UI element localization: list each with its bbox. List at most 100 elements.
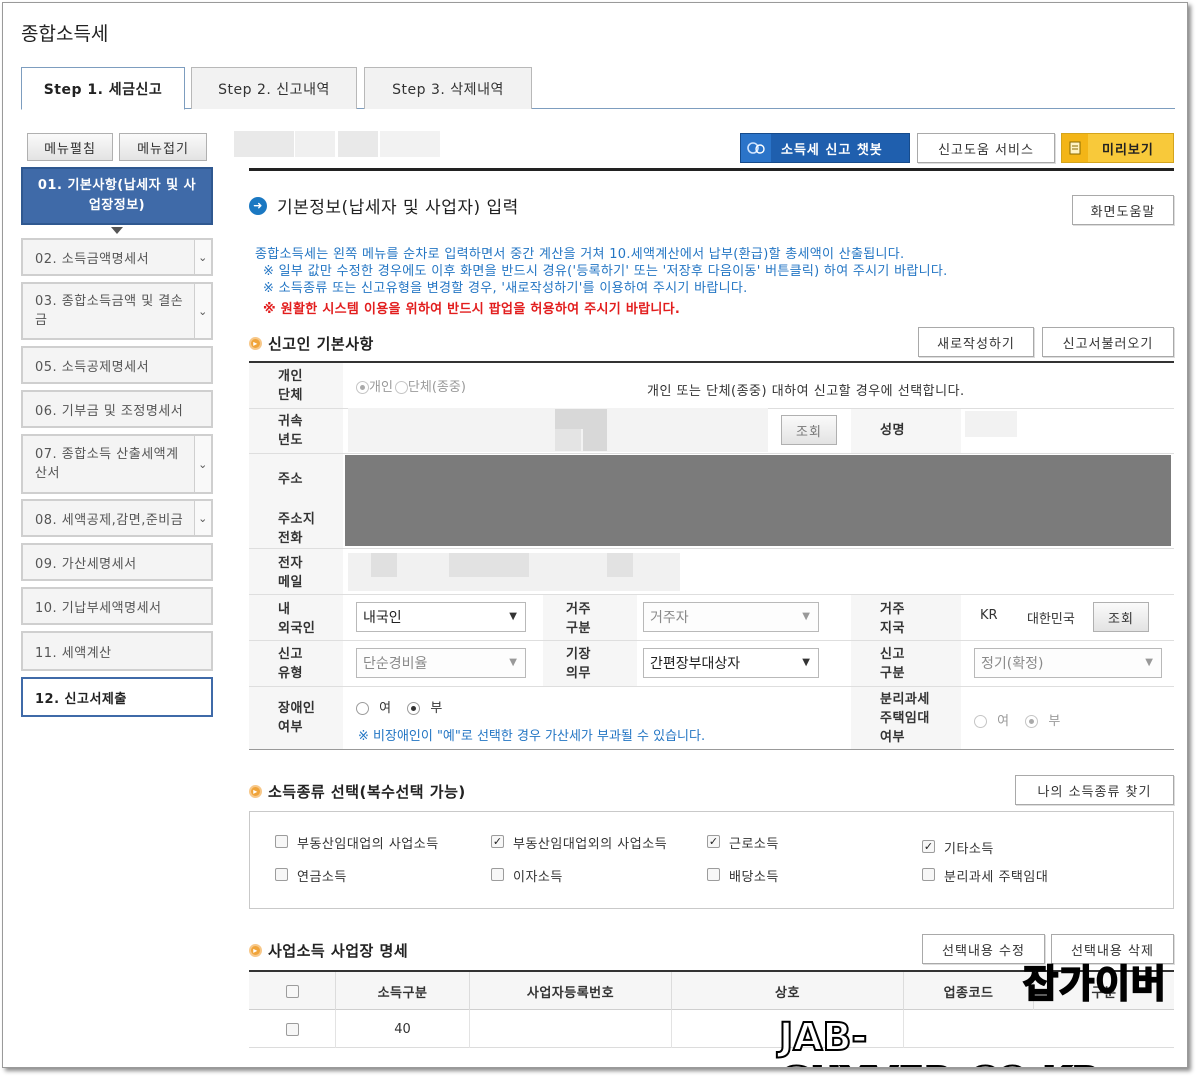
redacted-user-info xyxy=(234,131,294,157)
income-type-box xyxy=(249,811,1174,909)
dropdown-arrow-icon: ▼ xyxy=(509,657,517,668)
load-form-button[interactable]: 신고서불러오기 xyxy=(1042,327,1174,357)
year-lookup-button[interactable]: 조회 xyxy=(781,415,837,445)
sidebar-item-tax-credit[interactable]: 08. 세액공제,감면,준비금 ⌄ xyxy=(21,499,213,537)
menu-expand-button[interactable]: 메뉴펼침 xyxy=(27,133,113,161)
group-radio[interactable] xyxy=(394,381,408,394)
income-checkbox[interactable]: ✓ xyxy=(707,835,720,848)
income-checkbox[interactable] xyxy=(707,868,720,881)
sidebar-item-label: 11. 세액계산 xyxy=(35,645,112,661)
sidebar-item-deduction[interactable]: 05. 소득공제명세서 xyxy=(21,346,213,384)
income-checkbox[interactable] xyxy=(275,835,288,848)
chevron-down-icon[interactable]: ⌄ xyxy=(194,284,211,338)
chevron-down-icon[interactable]: ⌄ xyxy=(194,436,211,492)
income-option-label: 기타소득 xyxy=(944,842,994,857)
sidebar-item-penalty[interactable]: 09. 가산세명세서 xyxy=(21,543,213,581)
income-checkbox[interactable] xyxy=(491,868,504,881)
individual-radio[interactable] xyxy=(356,381,369,394)
column-header: 사업자등록번호 xyxy=(469,972,671,1010)
filing-type-label: 신고 유형 xyxy=(278,647,303,681)
info-line: ※ 소득종류 또는 신고유형을 변경할 경우, '새로작성하기'를 이용하여 주… xyxy=(263,281,748,296)
filing-type-select[interactable]: 단순경비율 ▼ xyxy=(356,648,526,678)
type-help-text: 개인 또는 단체(종중) 대하여 신고할 경우에 선택합니다. xyxy=(647,384,965,399)
income-section-title: ▸ 소득종류 선택(복수선택 가능) xyxy=(249,781,466,802)
address-label: 주소 xyxy=(278,472,303,487)
header-divider xyxy=(249,168,1174,171)
redacted-block xyxy=(555,409,607,429)
sidebar-item-tax-calc[interactable]: 11. 세액계산 xyxy=(21,631,213,671)
disabled-no-radio[interactable] xyxy=(407,702,421,715)
dropdown-arrow-icon: ▼ xyxy=(802,611,810,622)
sidebar-item-calculated-tax[interactable]: 07. 종합소득 산출세액계산서 ⌄ xyxy=(21,434,213,494)
sidebar-item-label: 03. 종합소득금액 및 결손금 xyxy=(35,294,184,328)
business-section-title: ▸ 사업소득 사업장 명세 xyxy=(249,940,408,961)
income-checkbox[interactable] xyxy=(275,868,288,881)
sidebar-item-label: 10. 기납부세액명세서 xyxy=(35,600,162,616)
row-divider xyxy=(249,453,1174,454)
sidebar-item-donation[interactable]: 06. 기부금 및 조정명세서 xyxy=(21,390,213,428)
sidebar-item-basic-info[interactable]: 01. 기본사항(납세자 및 사업장정보) xyxy=(21,167,213,225)
income-checkbox[interactable] xyxy=(922,868,935,881)
sidebar-item-label: 12. 신고서제출 xyxy=(35,691,127,707)
tab-step1[interactable]: Step 1. 세금신고 xyxy=(21,67,185,110)
chatbot-button[interactable]: 소득세 신고 챗봇 xyxy=(740,133,910,163)
arrow-right-icon: ➜ xyxy=(249,196,267,215)
bullet-icon: ▸ xyxy=(249,337,262,350)
help-service-button[interactable]: 신고도움 서비스 xyxy=(917,133,1055,163)
foreigner-label: 내 외국인 xyxy=(278,602,316,636)
sidebar-item-submit[interactable]: 12. 신고서제출 xyxy=(21,677,213,717)
region-code: KR xyxy=(980,608,998,623)
separate-tax-label: 분리과세 주택임대 여부 xyxy=(880,692,930,745)
sidebar-item-prepaid[interactable]: 10. 기납부세액명세서 xyxy=(21,587,213,625)
row-divider xyxy=(249,686,1174,687)
separate-no-radio[interactable] xyxy=(1025,715,1039,728)
disabled-yes-radio[interactable] xyxy=(356,702,369,715)
filing-class-select[interactable]: 정기(확정) ▼ xyxy=(974,648,1162,678)
redacted-user-info xyxy=(380,131,440,157)
sidebar-item-label: 09. 가산세명세서 xyxy=(35,556,137,572)
menu-collapse-button[interactable]: 메뉴접기 xyxy=(119,133,207,161)
tab-step2[interactable]: Step 2. 신고내역 xyxy=(191,67,357,109)
column-header: 상호 xyxy=(671,972,903,1010)
bookkeeping-label: 기장 의무 xyxy=(566,647,591,681)
income-checkbox[interactable]: ✓ xyxy=(922,840,935,853)
row-divider xyxy=(249,548,1174,549)
region-lookup-button[interactable]: 조회 xyxy=(1093,602,1149,632)
income-checkbox[interactable]: ✓ xyxy=(491,835,504,848)
sidebar-item-label: 01. 기본사항(납세자 및 사업장정보) xyxy=(37,178,197,213)
income-option-label: 부동산임대업외의 사업소득 xyxy=(513,837,668,852)
residence-select[interactable]: 거주자 ▼ xyxy=(643,602,819,632)
sidebar-item-label: 08. 세액공제,감면,준비금 xyxy=(35,512,184,528)
new-form-button[interactable]: 새로작성하기 xyxy=(918,327,1034,357)
separate-radio-group: 여 부 xyxy=(974,710,1060,729)
sidebar-item-total-income[interactable]: 03. 종합소득금액 및 결손금 ⌄ xyxy=(21,282,213,340)
basic-section-title: ▸ 신고인 기본사항 xyxy=(249,333,374,354)
email-label: 전자 메일 xyxy=(278,556,303,590)
row-checkbox[interactable] xyxy=(285,1022,299,1036)
row-divider xyxy=(249,749,1174,750)
sidebar-item-income-amount[interactable]: 02. 소득금액명세서 ⌄ xyxy=(21,238,213,276)
redacted-name xyxy=(965,411,1017,437)
income-option-label: 이자소득 xyxy=(513,870,563,885)
dropdown-arrow-icon: ▼ xyxy=(509,611,517,622)
redacted-block xyxy=(449,553,529,577)
screen-help-button[interactable]: 화면도움말 xyxy=(1072,195,1174,225)
redacted-user-info xyxy=(338,131,378,157)
chevron-down-icon[interactable]: ⌄ xyxy=(194,240,211,274)
registration-cell xyxy=(469,1010,671,1048)
find-income-type-button[interactable]: 나의 소득종류 찾기 xyxy=(1015,775,1174,805)
sidebar-item-label: 07. 종합소득 산출세액계산서 xyxy=(35,447,179,481)
preview-button[interactable]: 미리보기 xyxy=(1061,133,1174,163)
tab-step3[interactable]: Step 3. 삭제내역 xyxy=(364,67,532,109)
warning-line: ※ 원활한 시스템 이용을 위하여 반드시 팝업을 허용하여 주시기 바랍니다. xyxy=(263,302,681,317)
step-tabs: Step 1. 세금신고 Step 2. 신고내역 Step 3. 삭제내역 xyxy=(21,67,1175,110)
income-option-label: 배당소득 xyxy=(729,870,779,885)
form-top-border xyxy=(249,361,1174,363)
select-all-checkbox[interactable] xyxy=(285,984,299,998)
foreigner-select[interactable]: 내국인 ▼ xyxy=(356,602,526,632)
dropdown-arrow-icon: ▼ xyxy=(802,657,810,668)
bookkeeping-select[interactable]: 간편장부대상자 ▼ xyxy=(643,648,819,678)
watermark-site: JAB-GUYVER.CO.KR xyxy=(778,1014,1102,1067)
separate-yes-radio[interactable] xyxy=(974,715,987,728)
chevron-down-icon[interactable]: ⌄ xyxy=(194,501,211,535)
